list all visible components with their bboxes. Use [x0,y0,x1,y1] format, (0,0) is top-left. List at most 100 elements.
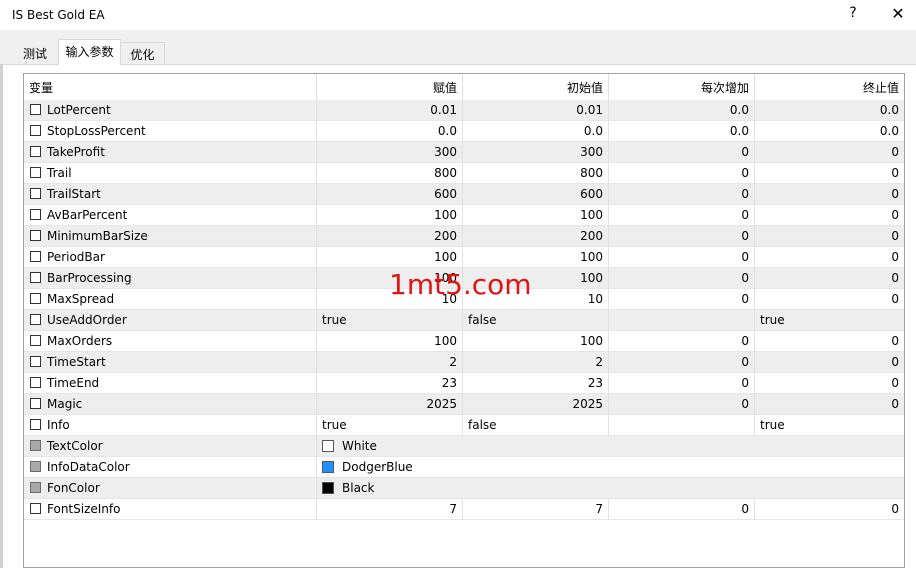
stop-cell[interactable]: 0 [755,394,904,415]
step-cell[interactable]: 0 [609,268,755,289]
optimize-checkbox[interactable] [30,293,41,304]
start-cell[interactable]: 200 [463,226,609,247]
table-row[interactable]: TextColor White [24,436,904,457]
table-row[interactable]: TimeStart 2 2 0 0 [24,352,904,373]
value-cell[interactable]: true [317,415,463,436]
optimize-checkbox[interactable] [30,356,41,367]
table-row[interactable]: FonColor Black [24,478,904,499]
column-header-step[interactable]: 每次增加 [609,74,755,100]
start-cell[interactable]: 100 [463,331,609,352]
stop-cell[interactable]: 0 [755,289,904,310]
step-cell[interactable] [609,310,755,331]
table-row[interactable]: Trail 800 800 0 0 [24,163,904,184]
column-header-value[interactable]: 赋值 [317,74,463,100]
table-row[interactable]: MinimumBarSize 200 200 0 0 [24,226,904,247]
optimize-checkbox[interactable] [30,398,41,409]
optimize-checkbox[interactable] [30,230,41,241]
table-row[interactable]: StopLossPercent 0.0 0.0 0.0 0.0 [24,121,904,142]
optimize-checkbox[interactable] [30,314,41,325]
value-cell[interactable]: 100 [317,205,463,226]
start-cell[interactable]: 7 [463,499,609,520]
start-cell[interactable]: 2025 [463,394,609,415]
optimize-checkbox[interactable] [30,503,41,514]
step-cell[interactable]: 0 [609,373,755,394]
step-cell[interactable]: 0 [609,226,755,247]
value-cell[interactable]: true [317,310,463,331]
close-button[interactable]: ✕ [887,4,909,23]
start-cell[interactable]: false [463,310,609,331]
stop-cell[interactable]: 0.0 [755,100,904,121]
optimize-checkbox[interactable] [30,167,41,178]
table-row[interactable]: PeriodBar 100 100 0 0 [24,247,904,268]
table-row[interactable]: TrailStart 600 600 0 0 [24,184,904,205]
step-cell[interactable]: 0 [609,289,755,310]
start-cell[interactable]: false [463,415,609,436]
value-cell[interactable]: 100 [317,247,463,268]
stop-cell[interactable]: 0 [755,163,904,184]
start-cell[interactable]: 800 [463,163,609,184]
step-cell[interactable]: 0 [609,394,755,415]
stop-cell[interactable]: 0 [755,205,904,226]
step-cell[interactable]: 0 [609,499,755,520]
column-header-start[interactable]: 初始值 [463,74,609,100]
step-cell[interactable]: 0 [609,163,755,184]
step-cell[interactable]: 0 [609,247,755,268]
value-cell[interactable]: 800 [317,163,463,184]
table-row[interactable]: Info true false true [24,415,904,436]
stop-cell[interactable]: 0 [755,331,904,352]
value-cell[interactable]: Black [317,478,904,499]
value-cell[interactable]: 0.0 [317,121,463,142]
start-cell[interactable]: 300 [463,142,609,163]
value-cell[interactable]: 100 [317,331,463,352]
table-row[interactable]: TimeEnd 23 23 0 0 [24,373,904,394]
step-cell[interactable]: 0 [609,142,755,163]
column-header-variable[interactable]: 变量 [24,74,317,100]
value-cell[interactable]: 300 [317,142,463,163]
stop-cell[interactable]: 0 [755,247,904,268]
start-cell[interactable]: 2 [463,352,609,373]
value-cell[interactable]: 2025 [317,394,463,415]
stop-cell[interactable]: 0 [755,142,904,163]
stop-cell[interactable]: true [755,310,904,331]
optimize-checkbox[interactable] [30,335,41,346]
optimize-checkbox[interactable] [30,209,41,220]
optimize-checkbox[interactable] [30,272,41,283]
tab-optimization[interactable]: 优化 [121,42,165,64]
value-cell[interactable]: 2 [317,352,463,373]
stop-cell[interactable]: 0 [755,226,904,247]
step-cell[interactable]: 0.0 [609,121,755,142]
column-header-stop[interactable]: 终止值 [755,74,904,100]
value-cell[interactable]: White [317,436,904,457]
value-cell[interactable]: DodgerBlue [317,457,904,478]
optimize-checkbox[interactable] [30,104,41,115]
stop-cell[interactable]: 0 [755,352,904,373]
optimize-checkbox[interactable] [30,146,41,157]
stop-cell[interactable]: true [755,415,904,436]
step-cell[interactable]: 0 [609,331,755,352]
optimize-checkbox[interactable] [30,419,41,430]
table-row[interactable]: LotPercent 0.01 0.01 0.0 0.0 [24,100,904,121]
table-row[interactable]: InfoDataColor DodgerBlue [24,457,904,478]
value-cell[interactable]: 7 [317,499,463,520]
tab-inputs[interactable]: 输入参数 [58,39,121,65]
value-cell[interactable]: 200 [317,226,463,247]
table-row[interactable]: MaxOrders 100 100 0 0 [24,331,904,352]
value-cell[interactable]: 23 [317,373,463,394]
stop-cell[interactable]: 0 [755,373,904,394]
step-cell[interactable]: 0.0 [609,100,755,121]
table-row[interactable]: FontSizeInfo 7 7 0 0 [24,499,904,520]
table-row[interactable]: TakeProfit 300 300 0 0 [24,142,904,163]
value-cell[interactable]: 600 [317,184,463,205]
optimize-checkbox[interactable] [30,251,41,262]
optimize-checkbox[interactable] [30,125,41,136]
stop-cell[interactable]: 0 [755,499,904,520]
step-cell[interactable]: 0 [609,205,755,226]
value-cell[interactable]: 0.01 [317,100,463,121]
start-cell[interactable]: 100 [463,205,609,226]
table-row[interactable]: AvBarPercent 100 100 0 0 [24,205,904,226]
help-button[interactable]: ? [846,5,860,21]
start-cell[interactable]: 600 [463,184,609,205]
start-cell[interactable]: 0.0 [463,121,609,142]
table-row[interactable]: UseAddOrder true false true [24,310,904,331]
tab-test[interactable]: 测试 [12,42,58,64]
